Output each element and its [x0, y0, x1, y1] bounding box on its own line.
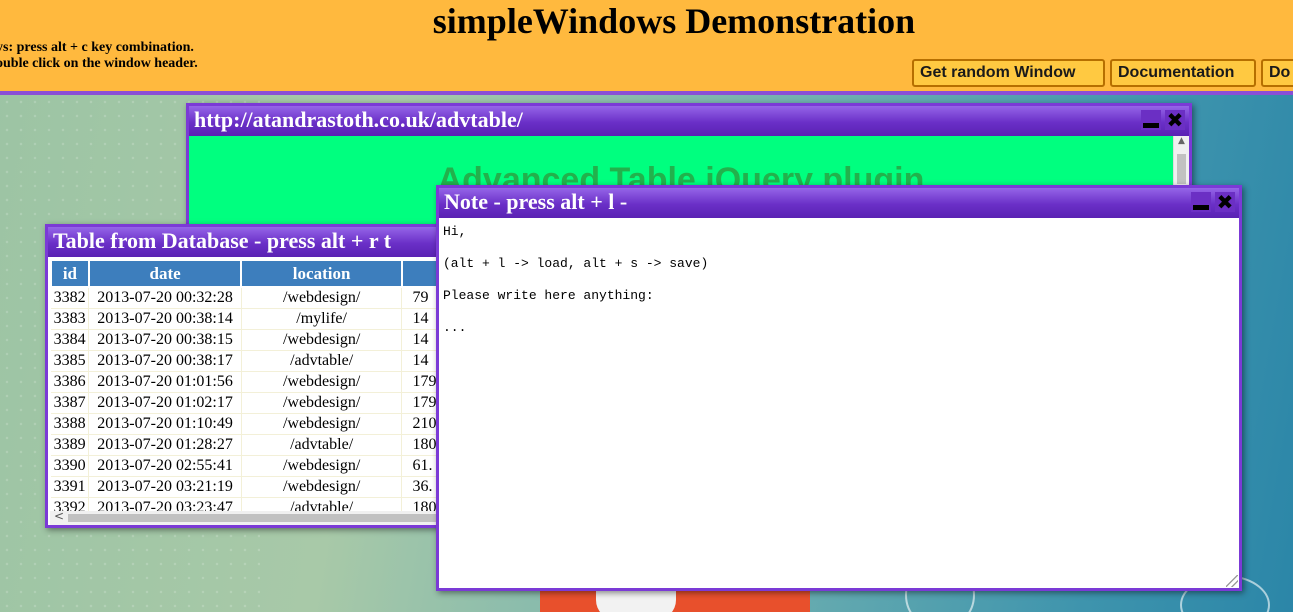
cell-location: /webdesign/ [241, 329, 403, 351]
table-row[interactable]: 3392 2013-07-20 03:23:47/advtable/180 [51, 497, 462, 511]
close-icon[interactable]: ✖ [1215, 192, 1235, 212]
page-header: simpleWindows Demonstration ys: press al… [0, 0, 1293, 91]
note-window: Note - press alt + l - ✖ Hi, (alt + l ->… [436, 185, 1242, 591]
scroll-up-icon[interactable]: ▲ [1174, 136, 1189, 152]
cell-id: 3386 [51, 371, 90, 393]
download-button[interactable]: Do [1261, 59, 1293, 87]
cell-id: 3387 [51, 392, 90, 414]
cell-location: /advtable/ [241, 350, 403, 372]
cell-id: 3390 [51, 455, 90, 477]
table-row[interactable]: 3387 2013-07-20 01:02:17/webdesign/179 [51, 392, 462, 414]
documentation-button[interactable]: Documentation [1110, 59, 1256, 87]
window-header[interactable]: Table from Database - press alt + r t [48, 227, 462, 257]
cell-location: /advtable/ [241, 434, 403, 456]
table-row[interactable]: 3384 2013-07-20 00:38:15/webdesign/14 [51, 329, 462, 351]
cell-location: /webdesign/ [241, 476, 403, 498]
cell-id: 3383 [51, 308, 90, 330]
cell-date: 2013-07-20 02:55:41 [88, 455, 242, 477]
cell-date: 2013-07-20 01:28:27 [88, 434, 242, 456]
window-header[interactable]: http://atandrastoth.co.uk/advtable/ ✖ [189, 106, 1189, 136]
column-header-date[interactable]: date [87, 259, 243, 288]
window-title: http://atandrastoth.co.uk/advtable/ [194, 107, 523, 132]
cell-date: 2013-07-20 00:32:28 [88, 287, 242, 309]
cell-date: 2013-07-20 00:38:15 [88, 329, 242, 351]
table-row[interactable]: 3386 2013-07-20 01:01:56/webdesign/179 [51, 371, 462, 393]
table-row[interactable]: 3383 2013-07-20 00:38:14/mylife/14 [51, 308, 462, 330]
table-window: Table from Database - press alt + r t id… [45, 224, 465, 528]
header-divider [0, 91, 1293, 95]
close-icon[interactable]: ✖ [1165, 110, 1185, 130]
window-title: Table from Database - press alt + r t [53, 228, 392, 253]
table-row[interactable]: 3388 2013-07-20 01:10:49/webdesign/210 [51, 413, 462, 435]
cell-date: 2013-07-20 01:02:17 [88, 392, 242, 414]
table-row[interactable]: 3382 2013-07-20 00:32:28/webdesign/79 [51, 287, 462, 309]
column-header-id[interactable]: id [50, 259, 90, 288]
minimize-icon[interactable] [1141, 110, 1161, 130]
hint-text: ouble click on the window header. [0, 56, 198, 71]
data-table: id date location 3382 2013-07-20 00:32:28… [50, 259, 462, 511]
table-row[interactable]: 3390 2013-07-20 02:55:41/webdesign/61. [51, 455, 462, 477]
scroll-left-icon[interactable]: < [54, 509, 64, 523]
cell-id: 3391 [51, 476, 90, 498]
cell-date: 2013-07-20 00:38:14 [88, 308, 242, 330]
minimize-icon[interactable] [1191, 192, 1211, 212]
cell-date: 2013-07-20 03:21:19 [88, 476, 242, 498]
note-textarea[interactable]: Hi, (alt + l -> load, alt + s -> save) P… [439, 218, 1239, 588]
table-container: id date location 3382 2013-07-20 00:32:28… [50, 259, 462, 511]
cell-id: 3382 [51, 287, 90, 309]
cell-location: /mylife/ [241, 308, 403, 330]
cell-location: /webdesign/ [241, 455, 403, 477]
scroll-thumb[interactable] [1177, 154, 1186, 184]
cell-id: 3388 [51, 413, 90, 435]
column-header-location[interactable]: location [240, 259, 403, 288]
hint-text: ys: press alt + c key combination. [0, 40, 194, 55]
table-row[interactable]: 3385 2013-07-20 00:38:17/advtable/14 [51, 350, 462, 372]
window-header[interactable]: Note - press alt + l - ✖ [439, 188, 1239, 218]
cell-location: /webdesign/ [241, 413, 403, 435]
cell-id: 3385 [51, 350, 90, 372]
cell-date: 2013-07-20 03:23:47 [88, 497, 242, 511]
cell-date: 2013-07-20 00:38:17 [88, 350, 242, 372]
get-random-window-button[interactable]: Get random Window [912, 59, 1105, 87]
resize-handle-icon[interactable] [1226, 575, 1238, 587]
table-row[interactable]: 3391 2013-07-20 03:21:19/webdesign/36. [51, 476, 462, 498]
table-row[interactable]: 3389 2013-07-20 01:28:27/advtable/180 [51, 434, 462, 456]
cell-location: /webdesign/ [241, 371, 403, 393]
scroll-thumb[interactable] [68, 514, 448, 522]
window-title: Note - press alt + l - [444, 189, 628, 214]
cell-date: 2013-07-20 01:01:56 [88, 371, 242, 393]
cell-location: /webdesign/ [241, 392, 403, 414]
cell-date: 2013-07-20 01:10:49 [88, 413, 242, 435]
horizontal-scrollbar[interactable]: < [50, 509, 462, 525]
cell-location: /advtable/ [241, 497, 403, 511]
page-title: simpleWindows Demonstration [432, 1, 916, 41]
table-header-row: id date location [50, 259, 462, 288]
cell-id: 3389 [51, 434, 90, 456]
cell-location: /webdesign/ [241, 287, 403, 309]
cell-id: 3384 [51, 329, 90, 351]
